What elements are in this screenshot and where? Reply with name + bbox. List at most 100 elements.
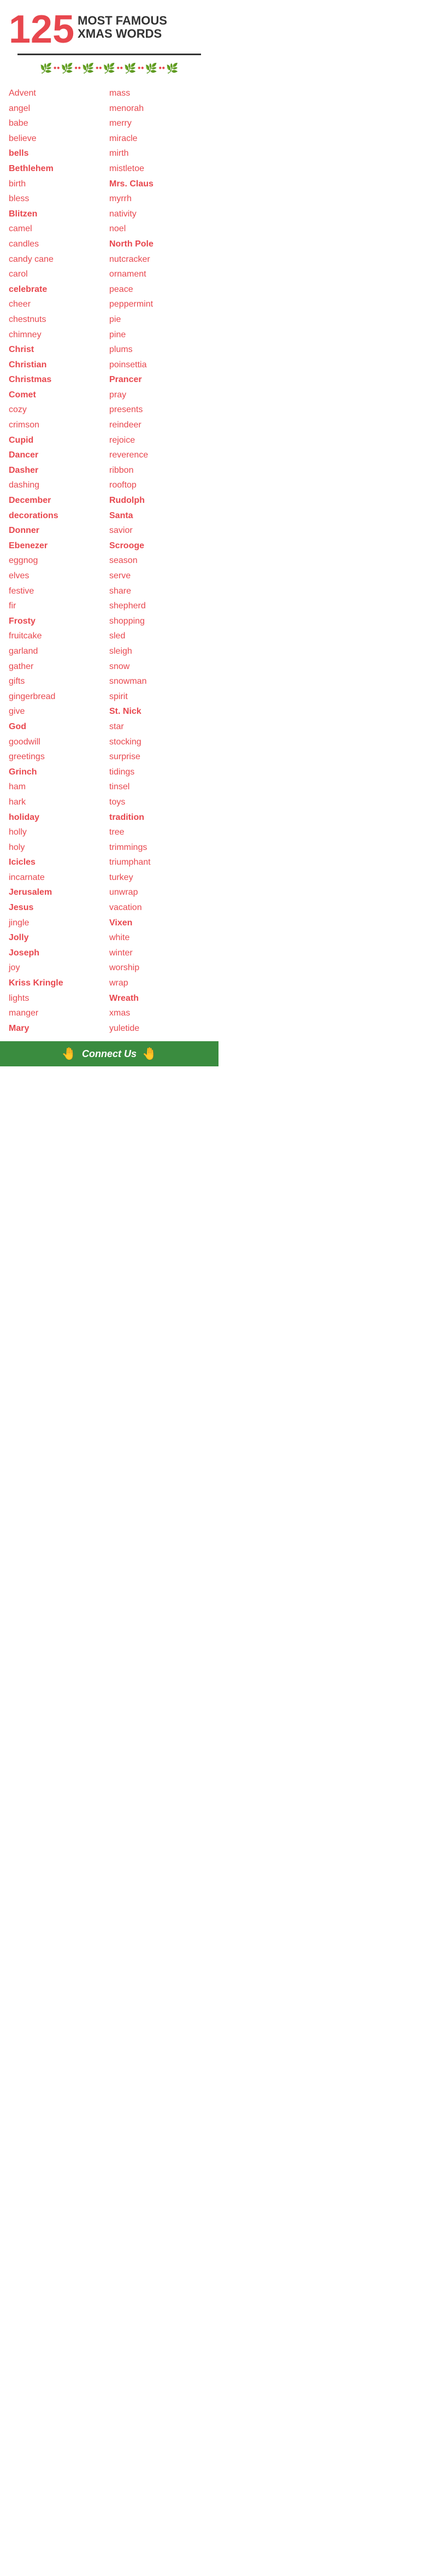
- word-item: bells: [9, 146, 109, 161]
- word-item: Cupid: [9, 433, 109, 448]
- footer: 🤚 Connect Us 🤚: [0, 1041, 218, 1066]
- word-item: believe: [9, 131, 109, 146]
- word-item: candy cane: [9, 252, 109, 267]
- berry-icon: ●●: [54, 66, 60, 71]
- word-item: share: [109, 584, 210, 599]
- word-item: merry: [109, 116, 210, 131]
- word-item: triumphant: [109, 855, 210, 870]
- word-item: tidings: [109, 765, 210, 780]
- word-item: bless: [9, 191, 109, 207]
- holly-icon: 🌿: [40, 63, 52, 73]
- word-item: Mary: [9, 1021, 109, 1036]
- word-item: Kriss Kringle: [9, 976, 109, 991]
- word-item: wrap: [109, 976, 210, 991]
- word-item: noel: [109, 221, 210, 237]
- word-item: holly: [9, 825, 109, 840]
- word-item: Christian: [9, 357, 109, 373]
- berry-icon: ●●: [116, 66, 123, 71]
- word-item: ham: [9, 779, 109, 795]
- word-item: reverence: [109, 448, 210, 463]
- word-item: Mrs. Claus: [109, 177, 210, 192]
- word-item: Santa: [109, 508, 210, 524]
- word-item: turkey: [109, 870, 210, 885]
- word-item: incarnate: [9, 870, 109, 885]
- berry-icon: ●●: [74, 66, 81, 71]
- word-item: serve: [109, 568, 210, 584]
- word-item: Bethlehem: [9, 161, 109, 177]
- footer-text: Connect Us: [82, 1048, 137, 1060]
- divider: [17, 54, 201, 55]
- holly-icon: 🌿: [124, 63, 136, 73]
- word-item: savior: [109, 523, 210, 538]
- footer-icon-right: 🤚: [142, 1047, 157, 1061]
- word-item: birth: [9, 177, 109, 192]
- word-item: tradition: [109, 810, 210, 825]
- word-item: Wreath: [109, 991, 210, 1006]
- word-item: fruitcake: [9, 629, 109, 644]
- holly-icon: 🌿: [61, 63, 73, 73]
- word-item: sled: [109, 629, 210, 644]
- word-item: yuletide: [109, 1021, 210, 1036]
- word-item: peppermint: [109, 297, 210, 312]
- word-item: Donner: [9, 523, 109, 538]
- words-grid: Adventmassangelmenorahbabemerrybelievemi…: [0, 83, 218, 1041]
- word-item: myrrh: [109, 191, 210, 207]
- word-item: crimson: [9, 418, 109, 433]
- word-item: pine: [109, 327, 210, 343]
- word-item: elves: [9, 568, 109, 584]
- word-item: unwrap: [109, 885, 210, 900]
- word-item: Prancer: [109, 372, 210, 388]
- word-item: miracle: [109, 131, 210, 146]
- word-item: shopping: [109, 614, 210, 629]
- word-item: Dasher: [9, 463, 109, 478]
- word-item: trimmings: [109, 840, 210, 855]
- word-item: St. Nick: [109, 704, 210, 719]
- header-number: 125: [9, 10, 74, 49]
- word-item: shepherd: [109, 598, 210, 614]
- holly-icon: 🌿: [82, 63, 94, 73]
- word-item: spirit: [109, 689, 210, 705]
- word-item: Jerusalem: [9, 885, 109, 900]
- word-item: snow: [109, 659, 210, 674]
- word-item: winter: [109, 946, 210, 961]
- word-item: Rudolph: [109, 493, 210, 508]
- word-item: Advent: [9, 86, 109, 101]
- word-item: chestnuts: [9, 312, 109, 327]
- word-item: rejoice: [109, 433, 210, 448]
- word-item: peace: [109, 282, 210, 297]
- holly-icon: 🌿: [166, 63, 178, 73]
- word-item: candles: [9, 237, 109, 252]
- word-item: white: [109, 930, 210, 946]
- word-item: poinsettia: [109, 357, 210, 373]
- word-item: holy: [9, 840, 109, 855]
- word-item: Dancer: [9, 448, 109, 463]
- word-item: Grinch: [9, 765, 109, 780]
- word-item: stocking: [109, 735, 210, 750]
- holly-bar: 🌿 ●● 🌿 ●● 🌿 ●● 🌿 ●● 🌿 ●● 🌿 ●● 🌿: [9, 60, 210, 77]
- word-item: rooftop: [109, 478, 210, 493]
- word-item: Comet: [9, 388, 109, 403]
- word-item: North Pole: [109, 237, 210, 252]
- word-item: celebrate: [9, 282, 109, 297]
- word-item: Christ: [9, 342, 109, 357]
- word-item: holiday: [9, 810, 109, 825]
- holly-icon: 🌿: [145, 63, 157, 73]
- word-item: eggnog: [9, 553, 109, 568]
- word-item: surprise: [109, 749, 210, 765]
- word-item: hark: [9, 795, 109, 810]
- word-item: snowman: [109, 674, 210, 689]
- word-item: Vixen: [109, 916, 210, 931]
- word-item: jingle: [9, 916, 109, 931]
- word-item: worship: [109, 960, 210, 976]
- header-text: MOST FAMOUS XMAS WORDS: [78, 10, 167, 40]
- word-item: nutcracker: [109, 252, 210, 267]
- berry-icon: ●●: [138, 66, 144, 71]
- word-item: God: [9, 719, 109, 735]
- word-item: lights: [9, 991, 109, 1006]
- word-item: vacation: [109, 900, 210, 916]
- word-item: chimney: [9, 327, 109, 343]
- word-item: decorations: [9, 508, 109, 524]
- word-item: fir: [9, 598, 109, 614]
- word-item: tree: [109, 825, 210, 840]
- word-item: babe: [9, 116, 109, 131]
